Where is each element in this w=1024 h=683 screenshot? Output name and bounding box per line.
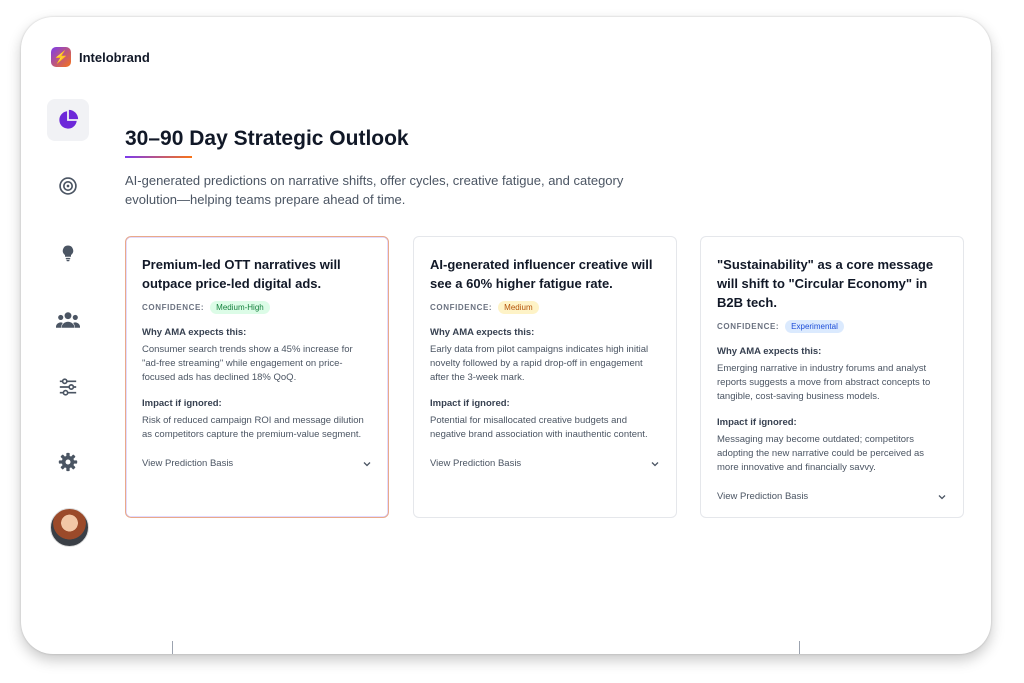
sidebar-item-targets[interactable] xyxy=(47,165,89,207)
prediction-card[interactable]: AI-generated influencer creative will se… xyxy=(413,236,677,518)
why-text: Consumer search trends show a 45% increa… xyxy=(142,344,353,383)
sidebar-item-audience[interactable] xyxy=(47,299,89,341)
pie-chart-icon xyxy=(59,109,79,129)
confidence-label: CONFIDENCE: xyxy=(142,303,205,312)
view-basis-label: View Prediction Basis xyxy=(430,458,522,469)
view-basis-toggle[interactable]: View Prediction Basis xyxy=(717,491,947,502)
prediction-title: Premium-led OTT narratives will outpace … xyxy=(142,257,341,291)
confidence-label: CONFIDENCE: xyxy=(430,303,493,312)
why-heading: Why AMA expects this: xyxy=(142,327,247,338)
page-title: 30–90 Day Strategic Outlook xyxy=(125,127,409,150)
users-icon xyxy=(56,312,80,328)
divider xyxy=(172,641,173,654)
gear-icon xyxy=(58,452,78,472)
view-basis-toggle[interactable]: View Prediction Basis xyxy=(430,458,660,469)
prediction-title: "Sustainability" as a core message will … xyxy=(717,257,934,310)
why-text: Emerging narrative in industry forums an… xyxy=(717,363,931,402)
impact-heading: Impact if ignored: xyxy=(430,398,510,409)
title-underline xyxy=(125,156,192,158)
impact-heading: Impact if ignored: xyxy=(717,417,797,428)
chevron-down-icon xyxy=(651,461,659,466)
confidence-row: CONFIDENCE: Medium-High xyxy=(142,301,372,314)
lightning-icon: ⚡ xyxy=(51,47,71,67)
confidence-badge: Medium-High xyxy=(210,301,270,314)
prediction-card[interactable]: Premium-led OTT narratives will outpace … xyxy=(125,236,389,518)
why-heading: Why AMA expects this: xyxy=(717,346,822,357)
why-text: Early data from pilot campaigns indicate… xyxy=(430,344,649,383)
prediction-title: AI-generated influencer creative will se… xyxy=(430,257,653,291)
impact-text: Potential for misallocated creative budg… xyxy=(430,415,648,440)
app-window: ⚡ Intelobrand 30–90 Day Strategic Outloo… xyxy=(21,17,991,654)
view-basis-label: View Prediction Basis xyxy=(142,458,234,469)
sliders-icon xyxy=(59,378,77,396)
sidebar-item-insights[interactable] xyxy=(47,232,89,274)
confidence-badge: Experimental xyxy=(785,320,844,333)
divider xyxy=(799,641,800,654)
confidence-row: CONFIDENCE: Experimental xyxy=(717,320,947,333)
impact-text: Risk of reduced campaign ROI and message… xyxy=(142,415,364,440)
impact-text: Messaging may become outdated; competito… xyxy=(717,434,925,473)
sidebar-item-settings[interactable] xyxy=(47,441,89,483)
target-icon xyxy=(59,177,77,195)
brand[interactable]: ⚡ Intelobrand xyxy=(51,47,150,67)
user-avatar[interactable] xyxy=(50,508,89,547)
confidence-label: CONFIDENCE: xyxy=(717,322,780,331)
sidebar-item-analytics[interactable] xyxy=(47,99,89,141)
chevron-down-icon xyxy=(363,461,371,466)
view-basis-toggle[interactable]: View Prediction Basis xyxy=(142,458,372,469)
lightbulb-icon xyxy=(62,245,74,262)
confidence-row: CONFIDENCE: Medium xyxy=(430,301,660,314)
prediction-card[interactable]: "Sustainability" as a core message will … xyxy=(700,236,964,518)
view-basis-label: View Prediction Basis xyxy=(717,491,809,502)
sidebar-item-filters[interactable] xyxy=(47,366,89,408)
brand-name: Intelobrand xyxy=(79,49,150,65)
confidence-badge: Medium xyxy=(498,301,539,314)
impact-heading: Impact if ignored: xyxy=(142,398,222,409)
page-subtitle: AI-generated predictions on narrative sh… xyxy=(125,173,624,207)
why-heading: Why AMA expects this: xyxy=(430,327,535,338)
chevron-down-icon xyxy=(938,494,946,499)
